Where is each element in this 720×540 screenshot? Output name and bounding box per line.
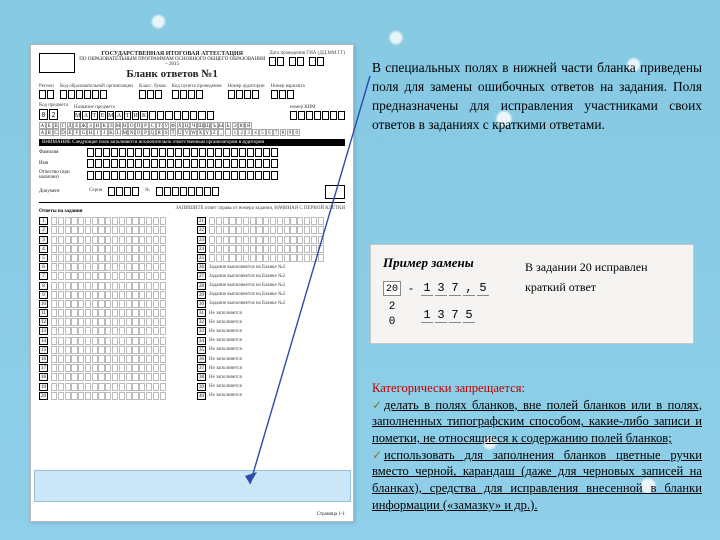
kim-cells: [290, 111, 345, 120]
example-row-2: 2 0 1375: [383, 300, 511, 330]
prohibitions-heading: Категорически запрещается:: [372, 380, 702, 397]
prohibition-item-1: делать в полях бланков, вне полей бланко…: [372, 398, 702, 445]
subject-name-cells: МАТЕМАТИК: [74, 111, 284, 120]
example-caption-2: краткий ответ: [525, 277, 681, 297]
date-label: Дата проведения ГИА (ДД.ММ.ГГ): [269, 51, 345, 56]
answers-title: Ответы на задания: [39, 209, 83, 214]
form-title: Бланк ответов №1: [79, 68, 265, 80]
blackbar-warning: ВНИМАНИЕ Следующие поля заполняются искл…: [39, 139, 345, 146]
personal-rows: ФамилияИмяОтчество (при наличии): [39, 148, 345, 180]
answer-form-blank: ГОСУДАРСТВЕННАЯ ИТОГОВАЯ АТТЕСТАЦИЯ ПО О…: [30, 44, 354, 522]
example-tasknum-1: 20: [383, 281, 401, 296]
answers-hint: ЗАПИШИТЕ ответ справа от номера задания,…: [176, 206, 346, 213]
barcode-box-right: [325, 185, 345, 199]
code-d2: 2: [49, 109, 58, 120]
example-tasknum-2: 2 0: [383, 300, 401, 330]
code-label: Код предмета: [39, 103, 68, 108]
check-icon: [372, 397, 384, 414]
replacement-example: Пример замены 20 - 137,5 2 0 1375 В зада…: [370, 244, 694, 344]
prohibitions-block: Категорически запрещается: делать в поля…: [372, 380, 702, 513]
alphabet-sample: АБВГДЕЖЗИКЛМНОПРСТУФХЦЧШЩЪЫЬЭЮЯ ABCDEFGH…: [39, 122, 345, 136]
form-header-line2: ПО ОБРАЗОВАТЕЛЬНЫМ ПРОГРАММАМ ОСНОВНОГО …: [79, 57, 265, 67]
prohibition-item-2: использовать для заполнения бланков цвет…: [372, 448, 702, 512]
example-row-1: 20 - 137,5: [383, 281, 511, 296]
num-label: №: [145, 188, 150, 193]
page-indicator: Страница 1-1: [317, 512, 345, 517]
answers-grid: 1234567891011121314151617181920 21222324…: [39, 216, 345, 400]
check-icon: [372, 447, 384, 464]
correction-zone-highlight: [34, 470, 351, 502]
example-caption-1: В задании 20 исправлен: [525, 257, 681, 277]
doc-label: Документ: [39, 189, 83, 194]
date-cells: [269, 57, 345, 66]
barcode-box-left: [39, 53, 75, 73]
serial-label: Серия: [89, 188, 102, 193]
kim-label: номер КИМ: [290, 105, 345, 110]
code-d1: 0: [39, 109, 48, 120]
form-row-meta: РегионКод образовательной организацииКла…: [39, 84, 345, 99]
example-title: Пример замены: [383, 255, 511, 271]
explanatory-paragraph: В специальных полях в нижней части бланк…: [372, 58, 702, 134]
subj-name-label: Название предмета: [74, 105, 284, 110]
